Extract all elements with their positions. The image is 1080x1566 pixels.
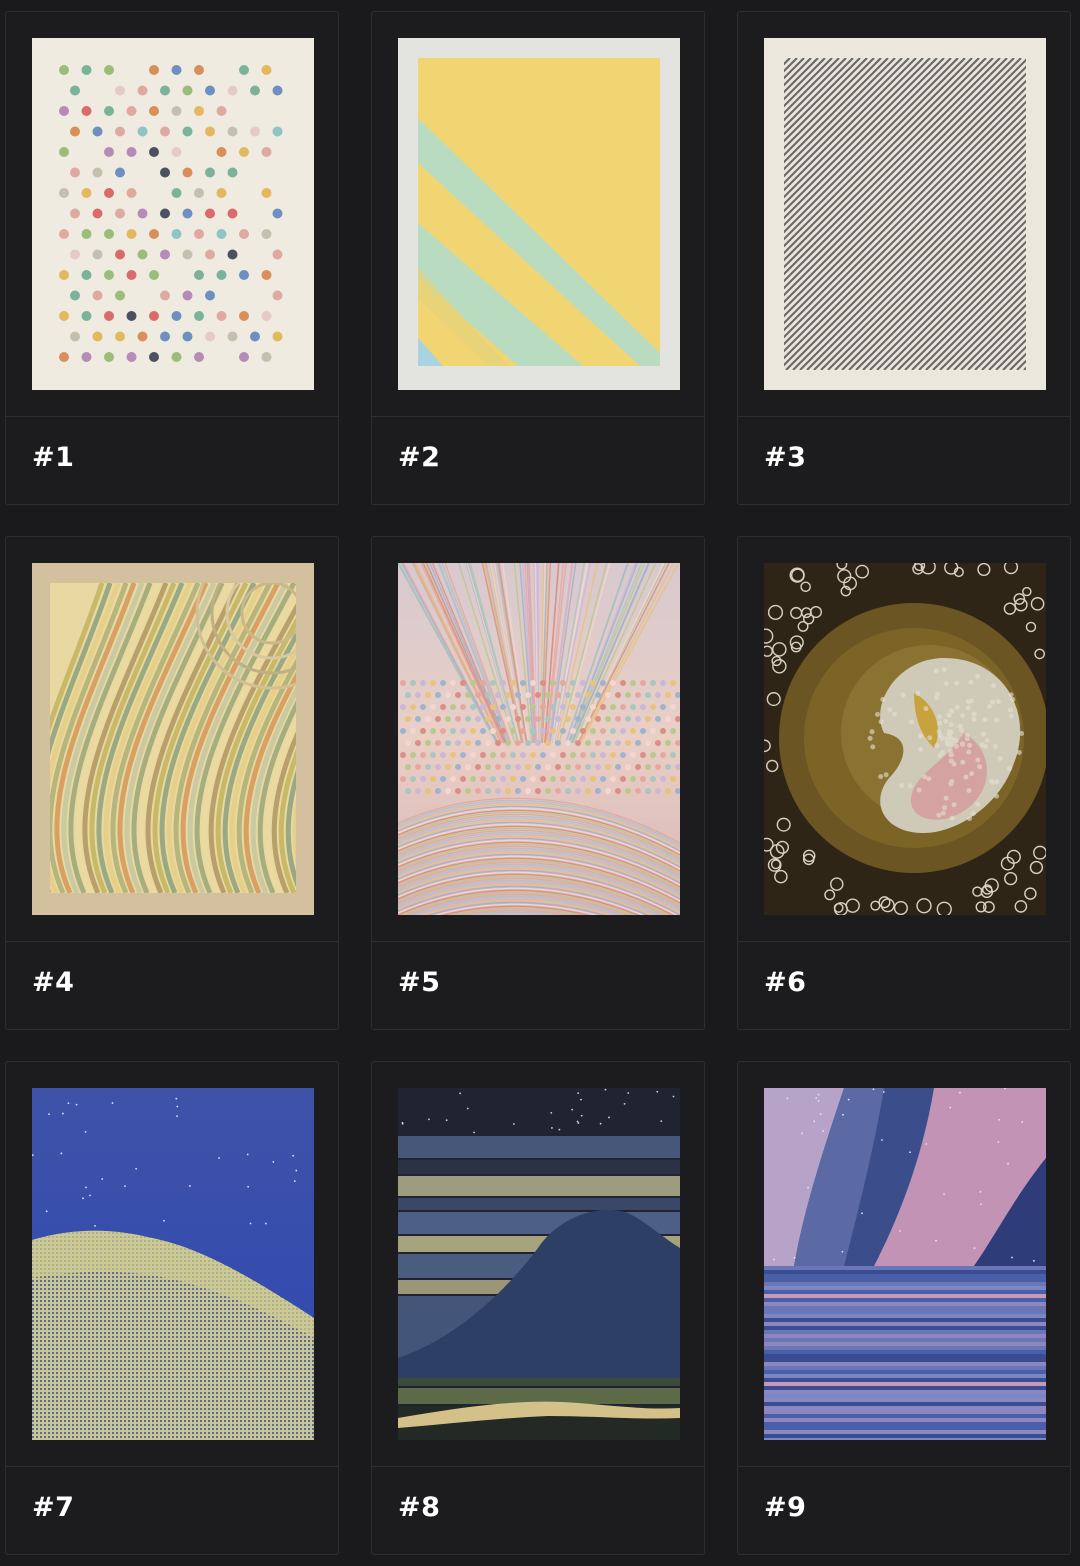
artwork-thumbnail-3[interactable] bbox=[764, 38, 1046, 390]
gallery-card-1[interactable]: #1 bbox=[5, 11, 339, 505]
artwork-thumbnail-6[interactable] bbox=[764, 563, 1046, 915]
artwork-number-label: #8 bbox=[398, 1492, 441, 1523]
card-divider bbox=[372, 416, 704, 417]
artwork-number-label: #5 bbox=[398, 967, 441, 998]
artwork-thumbnail-2[interactable] bbox=[398, 38, 680, 390]
artwork-thumbnail-9[interactable] bbox=[764, 1088, 1046, 1440]
artwork-thumbnail-4[interactable] bbox=[32, 563, 314, 915]
artwork-thumbnail-7[interactable] bbox=[32, 1088, 314, 1440]
gallery-card-8[interactable]: #8 bbox=[371, 1061, 705, 1555]
card-divider bbox=[6, 941, 338, 942]
gallery-card-4[interactable]: #4 bbox=[5, 536, 339, 1030]
artwork-number-label: #9 bbox=[764, 1492, 807, 1523]
artwork-number-label: #2 bbox=[398, 442, 441, 473]
artwork-number-label: #6 bbox=[764, 967, 807, 998]
card-divider bbox=[738, 941, 1070, 942]
card-divider bbox=[372, 941, 704, 942]
gallery-card-6[interactable]: #6 bbox=[737, 536, 1071, 1030]
artwork-thumbnail-8[interactable] bbox=[398, 1088, 680, 1440]
card-divider bbox=[738, 1466, 1070, 1467]
artwork-number-label: #3 bbox=[764, 442, 807, 473]
card-divider bbox=[6, 1466, 338, 1467]
artwork-number-label: #1 bbox=[32, 442, 75, 473]
card-divider bbox=[372, 1466, 704, 1467]
gallery-card-5[interactable]: #5 bbox=[371, 536, 705, 1030]
card-divider bbox=[738, 416, 1070, 417]
gallery-card-9[interactable]: #9 bbox=[737, 1061, 1071, 1555]
artwork-thumbnail-1[interactable] bbox=[32, 38, 314, 390]
artwork-thumbnail-5[interactable] bbox=[398, 563, 680, 915]
gallery-card-2[interactable]: #2 bbox=[371, 11, 705, 505]
artwork-number-label: #7 bbox=[32, 1492, 75, 1523]
card-divider bbox=[6, 416, 338, 417]
gallery-grid: #1 #2 #3 #4 #5 #6 #7 #8 #9 bbox=[0, 0, 1080, 1566]
gallery-card-3[interactable]: #3 bbox=[737, 11, 1071, 505]
artwork-number-label: #4 bbox=[32, 967, 75, 998]
gallery-card-7[interactable]: #7 bbox=[5, 1061, 339, 1555]
